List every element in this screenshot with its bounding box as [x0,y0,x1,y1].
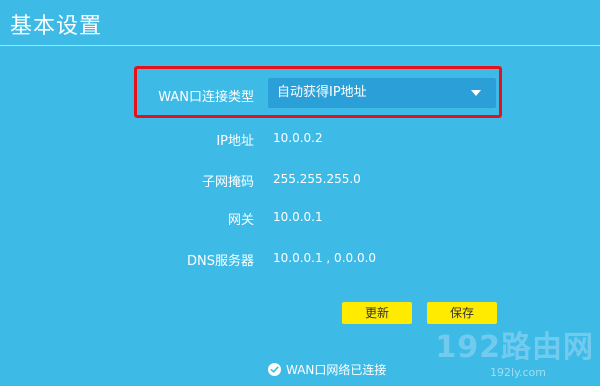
wan-type-selected-value: 自动获得IP地址 [277,85,367,100]
update-button[interactable]: 更新 [342,302,412,324]
page-title: 基本设置 [10,14,103,39]
subnet-mask-value: 255.255.255.0 [273,172,361,186]
chevron-down-icon [471,90,481,96]
dns-value: 10.0.0.1 , 0.0.0.0 [273,251,377,265]
watermark-text: 192路由网 [435,330,594,365]
gateway-value: 10.0.0.1 [273,210,323,224]
save-button[interactable]: 保存 [427,302,497,324]
check-circle-icon [268,363,281,376]
watermark-subtext: 192ly.com [490,366,546,379]
connection-status: WAN口网络已连接 [268,361,386,378]
wan-type-select[interactable]: 自动获得IP地址 [268,78,496,108]
subnet-mask-label: 子网掩码 [201,175,254,190]
dns-label: DNS服务器 [187,254,254,269]
wan-type-label: WAN口连接类型 [158,90,254,105]
ip-value: 10.0.0.2 [273,131,323,145]
ip-label: IP地址 [216,134,254,149]
gateway-label: 网关 [227,213,254,228]
connection-status-text: WAN口网络已连接 [286,363,387,377]
watermark: 192路由网 192ly.com [435,330,594,380]
title-divider [0,45,600,46]
